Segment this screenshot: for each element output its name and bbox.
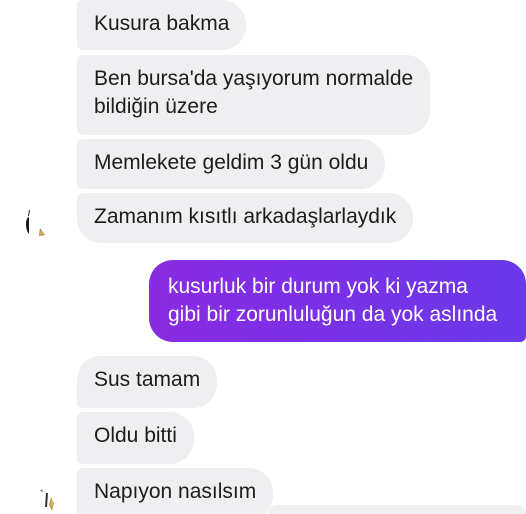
- message-bubble-incoming[interactable]: Oldu bitti: [77, 412, 194, 464]
- contact-avatar-icon[interactable]: [36, 483, 66, 513]
- message-bubble-incoming[interactable]: Memlekete geldim 3 gün oldu: [77, 139, 386, 189]
- message-bubble-incoming[interactable]: Zamanım kısıtlı arkadaşlarlaydık: [77, 193, 414, 243]
- message-bubble-incoming[interactable]: Ben bursa'da yaşıyorum normalde bildiğin…: [77, 55, 431, 135]
- message-text: Sus tamam: [94, 368, 201, 391]
- message-text: Zamanım kısıtlı arkadaşlarlaydık: [94, 205, 397, 228]
- message-text-line: kusurluk bir durum yok ki yazma: [168, 275, 468, 298]
- contact-avatar-icon[interactable]: [21, 206, 51, 236]
- message-bubble-outgoing[interactable]: kusurluk bir durum yok ki yazma gibi bir…: [149, 260, 526, 342]
- message-text: Oldu bitti: [94, 424, 177, 447]
- message-text-line: bildiğin üzere: [94, 95, 218, 118]
- message-text: Napıyon nasılsım: [94, 480, 257, 503]
- message-bubble-incoming[interactable]: Sus tamam: [77, 356, 218, 408]
- message-thread: Kusura bakma Ben bursa'da yaşıyorum norm…: [0, 0, 526, 514]
- message-bubble-partial: [268, 505, 526, 514]
- message-text-line: gibi bir zorunluluğun da yok aslında: [168, 303, 498, 326]
- message-bubble-incoming[interactable]: Napıyon nasılsım: [77, 468, 274, 514]
- message-text: Memlekete geldim 3 gün oldu: [94, 151, 369, 174]
- message-text: Kusura bakma: [94, 12, 230, 35]
- message-text-line: Ben bursa'da yaşıyorum normalde: [94, 67, 414, 90]
- message-bubble-incoming[interactable]: Kusura bakma: [77, 0, 247, 50]
